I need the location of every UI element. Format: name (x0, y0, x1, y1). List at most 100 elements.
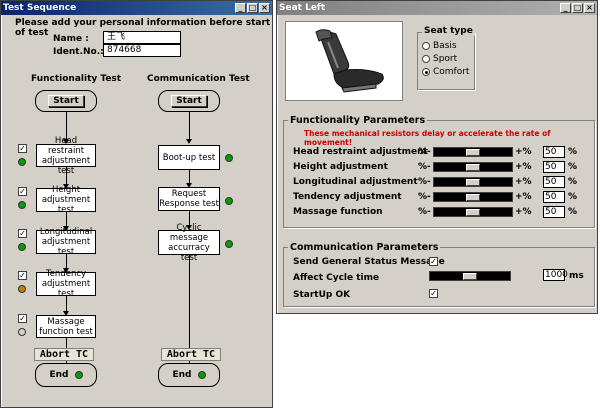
func-end-label: End (49, 370, 69, 380)
seat-type-basis-radio[interactable]: Basis (422, 41, 457, 51)
height-checkbox[interactable]: ✓ (18, 187, 27, 196)
seat-type-label: Seat type (422, 26, 475, 36)
maximize-button[interactable]: □ (572, 3, 583, 13)
comm-start-terminal: Start (158, 90, 220, 112)
comm-arrow (186, 139, 192, 144)
startup-ok-checkbox[interactable]: ✓ (429, 289, 438, 298)
massage-test-box[interactable]: Massage function test (36, 315, 96, 338)
func-abort-button[interactable]: Abort TC (34, 348, 94, 361)
param-slider-thumb[interactable] (466, 179, 480, 186)
massage-checkbox[interactable]: ✓ (18, 314, 27, 323)
cyclic-message-test-box[interactable]: Cyclic message accurracy test (158, 223, 220, 263)
close-button[interactable]: × (259, 3, 270, 13)
param-slider-thumb[interactable] (466, 194, 480, 201)
comm-end-terminal: End (158, 363, 220, 387)
param-minus-label: %- (418, 177, 431, 187)
comm-abort-button[interactable]: Abort TC (161, 348, 221, 361)
test-sequence-window: Test Sequence _ □ × Please add your pers… (0, 0, 273, 408)
param-minus-label: %- (418, 162, 431, 172)
head-restraint-checkbox[interactable]: ✓ (18, 144, 27, 153)
ident-field[interactable]: 874668 (103, 44, 181, 57)
communication-parameters-label: Communication Parameters (288, 242, 441, 253)
cycle-unit-label: ms (569, 271, 584, 281)
minimize-button[interactable]: _ (235, 3, 246, 13)
param-minus-label: %- (418, 147, 431, 157)
tendency-checkbox[interactable]: ✓ (18, 271, 27, 280)
param-label: Head restraint adjustment (293, 147, 428, 157)
param-slider-thumb[interactable] (466, 149, 480, 156)
bootup-status-led (225, 154, 233, 162)
param-label: Longitudinal adjustment (293, 177, 418, 187)
name-label: Name : (53, 34, 89, 44)
param-label: Height adjustment (293, 162, 388, 172)
param-slider[interactable] (433, 147, 513, 157)
param-label: Massage function (293, 207, 383, 217)
param-slider[interactable] (433, 162, 513, 172)
seat-image (285, 21, 403, 101)
seat-left-titlebar[interactable]: Seat Left _ □ × (277, 1, 597, 15)
comm-start-button[interactable]: Start (171, 95, 207, 107)
longitudinal-checkbox[interactable]: ✓ (18, 229, 27, 238)
func-start-terminal: Start (35, 90, 97, 112)
seat-left-window: Seat Left _ □ × Seat type Basis Sport Co… (276, 0, 598, 314)
functionality-test-title: Functionality Test (31, 74, 122, 84)
startup-ok-label: StartUp OK (293, 290, 351, 300)
request-response-test-box[interactable]: Request Response test (158, 187, 220, 211)
cycle-time-slider-thumb[interactable] (463, 273, 477, 280)
param-slider[interactable] (433, 207, 513, 217)
param-value-field[interactable]: 50 (543, 161, 565, 173)
request-response-status-led (225, 197, 233, 205)
window-title: Test Sequence (3, 3, 77, 13)
comm-end-label: End (172, 370, 192, 380)
param-unit-label: % (568, 192, 578, 202)
func-start-button[interactable]: Start (48, 95, 84, 107)
head-restraint-test-box[interactable]: Head restraint adjustment test (36, 136, 96, 176)
ident-label: Ident.No.: (53, 47, 104, 57)
head-restraint-status-led (18, 158, 26, 166)
func-end-terminal: End (35, 363, 97, 387)
send-status-checkbox[interactable]: ✓ (429, 257, 438, 266)
seat-type-comfort-radio[interactable]: Comfort (422, 67, 469, 77)
cycle-time-field[interactable]: 1000 (543, 269, 568, 281)
height-status-led (18, 201, 26, 209)
param-plus-label: +% (515, 192, 532, 202)
close-button[interactable]: × (584, 3, 595, 13)
massage-status-led (18, 328, 26, 336)
name-field[interactable]: 王飞 (103, 31, 181, 44)
cycle-time-slider[interactable] (429, 271, 511, 281)
param-value-field[interactable]: 50 (543, 146, 565, 158)
param-unit-label: % (568, 177, 578, 187)
longitudinal-status-led (18, 243, 26, 251)
param-plus-label: +% (515, 162, 532, 172)
param-value-field[interactable]: 50 (543, 191, 565, 203)
tendency-test-box[interactable]: Tendency adjustment test (36, 269, 96, 299)
param-value-field[interactable]: 50 (543, 176, 565, 188)
communication-test-title: Communication Test (147, 74, 250, 84)
minimize-button[interactable]: _ (560, 3, 571, 13)
param-slider-thumb[interactable] (466, 209, 480, 216)
send-status-label: Send General Status Message (293, 257, 445, 267)
longitudinal-test-box[interactable]: Longitudinal adjustment test (36, 227, 96, 257)
cyclic-message-status-led (225, 240, 233, 248)
param-slider-thumb[interactable] (466, 164, 480, 171)
func-end-status-led (74, 371, 83, 379)
param-value-field[interactable]: 50 (543, 206, 565, 218)
param-unit-label: % (568, 147, 578, 157)
functionality-parameters-label: Functionality Parameters (288, 115, 428, 126)
maximize-button[interactable]: □ (247, 3, 258, 13)
height-test-box[interactable]: Height adjustment test (36, 185, 96, 215)
comm-connector (189, 255, 190, 363)
comm-end-status-led (197, 371, 206, 379)
param-minus-label: %- (418, 207, 431, 217)
window-title: Seat Left (279, 3, 326, 13)
test-sequence-titlebar[interactable]: Test Sequence _ □ × (1, 1, 272, 15)
param-unit-label: % (568, 207, 578, 217)
bootup-test-box[interactable]: Boot-up test (158, 145, 220, 170)
seat-type-sport-radio[interactable]: Sport (422, 54, 457, 64)
param-plus-label: +% (515, 207, 532, 217)
param-slider[interactable] (433, 192, 513, 202)
param-slider[interactable] (433, 177, 513, 187)
param-label: Tendency adjustment (293, 192, 402, 202)
comm-connector (189, 112, 190, 142)
param-plus-label: +% (515, 147, 532, 157)
